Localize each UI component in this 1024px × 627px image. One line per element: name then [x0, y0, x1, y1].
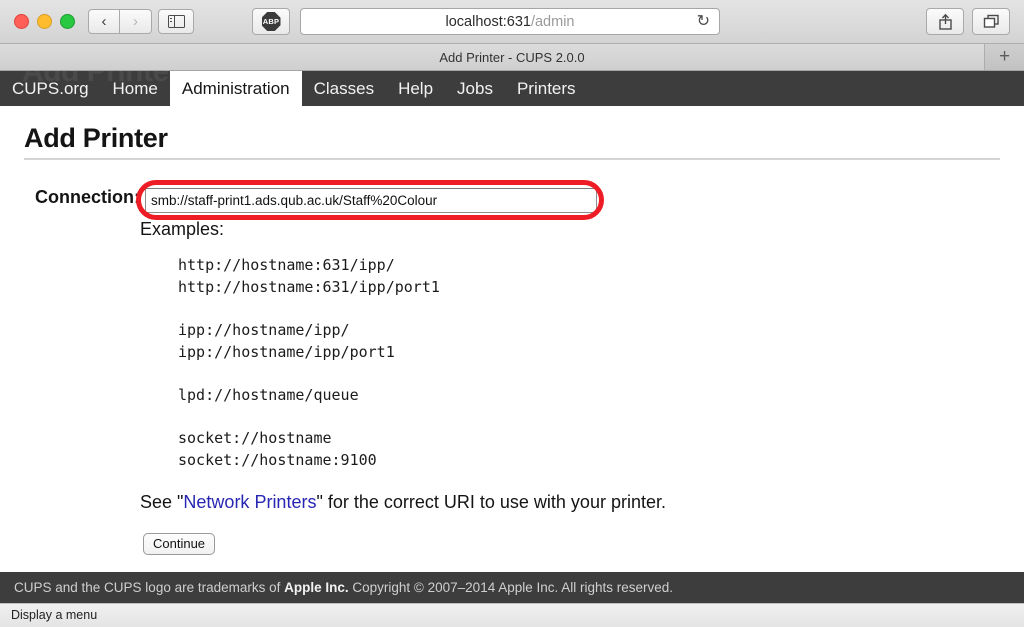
page-title: Add Printer — [24, 123, 168, 153]
connection-input[interactable]: smb://staff-print1.ads.qub.ac.uk/Staff%2… — [145, 188, 597, 213]
navigation-buttons: ‹ › — [88, 9, 152, 34]
example-group: http://hostname:631/ipp/ http://hostname… — [178, 254, 440, 298]
window-controls — [14, 14, 75, 29]
example-uri: ipp://hostname/ipp/ — [178, 321, 350, 339]
sidebar-toggle-button[interactable] — [158, 9, 194, 34]
continue-button[interactable]: Continue — [143, 533, 216, 555]
address-bar-text: localhost:631/admin — [446, 14, 575, 30]
hint-suffix: " for the correct URI to use with your p… — [316, 492, 666, 512]
footer-text-after: Copyright © 2007–2014 Apple Inc. All rig… — [348, 580, 674, 595]
example-group: ipp://hostname/ipp/ ipp://hostname/ipp/p… — [178, 319, 440, 363]
url-path: /admin — [530, 13, 575, 30]
example-uri: ipp://hostname/ipp/port1 — [178, 343, 395, 361]
nav-label-administration: Administration — [181, 78, 290, 98]
example-group: lpd://hostname/queue — [178, 384, 440, 406]
forward-icon: › — [133, 13, 138, 30]
zoom-window-button[interactable] — [60, 14, 75, 29]
nav-label-help: Help — [398, 78, 434, 98]
examples-list: http://hostname:631/ipp/ http://hostname… — [178, 254, 440, 471]
example-uri: lpd://hostname/queue — [178, 386, 359, 404]
tabs-icon — [983, 14, 999, 28]
back-icon: ‹ — [101, 13, 107, 30]
examples-label: Examples: — [140, 219, 225, 239]
adblock-icon: ABP — [261, 12, 281, 31]
example-uri: http://hostname:631/ipp/port1 — [178, 278, 440, 296]
footer-text: CUPS and the CUPS logo are trademarks of… — [14, 580, 673, 595]
nav-label-cups-org: CUPS.org — [12, 78, 89, 98]
page-footer: CUPS and the CUPS logo are trademarks of… — [0, 572, 1024, 603]
url-host: localhost:631 — [445, 13, 531, 30]
sidebar-item-printers[interactable]: Printers — [505, 71, 588, 106]
back-button[interactable]: ‹ — [88, 9, 120, 34]
status-bar-text: Display a menu — [11, 608, 98, 622]
browser-window: ‹ › ABP localhost:631/admin ↻ Add Printe… — [0, 0, 1024, 627]
footer-text-before: CUPS and the CUPS logo are trademarks of — [14, 580, 285, 595]
sidebar-item-home[interactable]: Home — [101, 71, 170, 106]
page-content: Add Printer Connection: smb://staff-prin… — [0, 106, 1024, 572]
tab-bar: Add Printer - CUPS 2.0.0 + — [0, 44, 1024, 71]
show-tabs-button[interactable] — [972, 8, 1010, 35]
tab-title-label: Add Printer - CUPS 2.0.0 — [439, 49, 585, 65]
hint-prefix: See " — [140, 492, 184, 512]
forward-button[interactable]: › — [120, 9, 152, 34]
title-divider — [24, 158, 1000, 160]
cups-navigation-bar: Add Printer CUPS.org Home Administration… — [0, 71, 1024, 106]
cups-nav-items: CUPS.org Home Administration Classes Hel… — [0, 71, 588, 106]
nav-label-jobs: Jobs — [457, 78, 493, 98]
address-bar[interactable]: localhost:631/admin ↻ — [300, 8, 720, 35]
browser-toolbar: ‹ › ABP localhost:631/admin ↻ — [0, 0, 1024, 44]
adblock-extension-button[interactable]: ABP — [252, 8, 290, 35]
active-tab[interactable]: Add Printer - CUPS 2.0.0 — [0, 44, 1024, 70]
share-button[interactable] — [926, 8, 964, 35]
minimize-window-button[interactable] — [37, 14, 52, 29]
example-uri: socket://hostname:9100 — [178, 451, 377, 469]
toolbar-right-buttons — [926, 8, 1010, 35]
sidebar-item-help[interactable]: Help — [386, 71, 445, 106]
network-printers-hint: See "Network Printers" for the correct U… — [140, 492, 666, 513]
sidebar-item-classes[interactable]: Classes — [302, 71, 386, 106]
nav-label-printers: Printers — [516, 78, 576, 98]
footer-text-bold: Apple Inc. — [284, 580, 349, 595]
plus-icon: + — [998, 46, 1011, 67]
connection-label: Connection: — [35, 187, 140, 207]
nav-label-classes: Classes — [313, 78, 375, 98]
network-printers-link[interactable]: Network Printers — [183, 492, 316, 512]
nav-label-home: Home — [112, 78, 158, 98]
reload-icon[interactable]: ↻ — [697, 13, 710, 31]
new-tab-button[interactable]: + — [984, 44, 1024, 70]
sidebar-item-jobs[interactable]: Jobs — [445, 71, 505, 106]
sidebar-icon — [167, 14, 185, 29]
example-group: socket://hostname socket://hostname:9100 — [178, 427, 440, 471]
sidebar-item-cups-org[interactable]: CUPS.org — [0, 71, 101, 106]
share-icon — [938, 13, 952, 30]
status-bar: Display a menu — [0, 603, 1024, 627]
example-uri: socket://hostname — [178, 429, 332, 447]
sidebar-item-administration[interactable]: Administration — [169, 71, 302, 106]
example-uri: http://hostname:631/ipp/ — [178, 256, 395, 274]
close-window-button[interactable] — [14, 14, 29, 29]
